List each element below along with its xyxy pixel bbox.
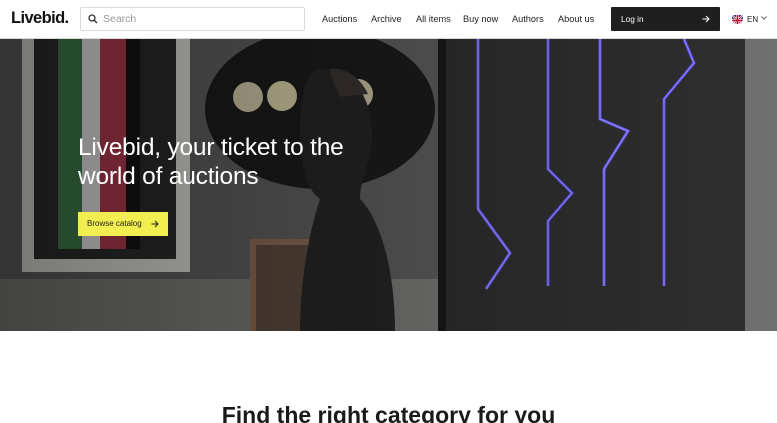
nav-all-items[interactable]: All items <box>416 14 451 24</box>
login-button[interactable]: Log in <box>611 7 720 31</box>
uk-flag-icon <box>732 13 743 24</box>
top-navigation-bar: Livebid. Auctions Archive All items Buy … <box>0 0 777 39</box>
language-selector[interactable]: EN <box>732 13 768 27</box>
category-section-title: Find the right category for you <box>221 402 556 423</box>
search-box[interactable] <box>80 7 305 31</box>
language-code: EN <box>747 15 759 24</box>
browse-catalog-label: Browse catalog <box>87 219 142 228</box>
chevron-down-icon <box>761 16 767 20</box>
hero-title: Livebid, your ticket to the world of auc… <box>78 134 344 190</box>
nav-buy-now[interactable]: Buy now <box>463 14 498 24</box>
search-input[interactable] <box>103 9 301 29</box>
nav-archive[interactable]: Archive <box>371 14 402 24</box>
nav-authors[interactable]: Authors <box>512 14 544 24</box>
login-button-label: Log in <box>621 14 644 24</box>
nav-auctions[interactable]: Auctions <box>322 14 357 24</box>
browse-catalog-button[interactable]: Browse catalog <box>78 212 168 236</box>
arrow-right-icon <box>702 15 710 23</box>
search-icon <box>88 14 98 24</box>
hero-banner: Livebid, your ticket to the world of auc… <box>0 39 777 331</box>
logo[interactable]: Livebid. <box>11 9 69 28</box>
nav-about-us[interactable]: About us <box>558 14 594 24</box>
arrow-right-icon <box>151 220 159 228</box>
